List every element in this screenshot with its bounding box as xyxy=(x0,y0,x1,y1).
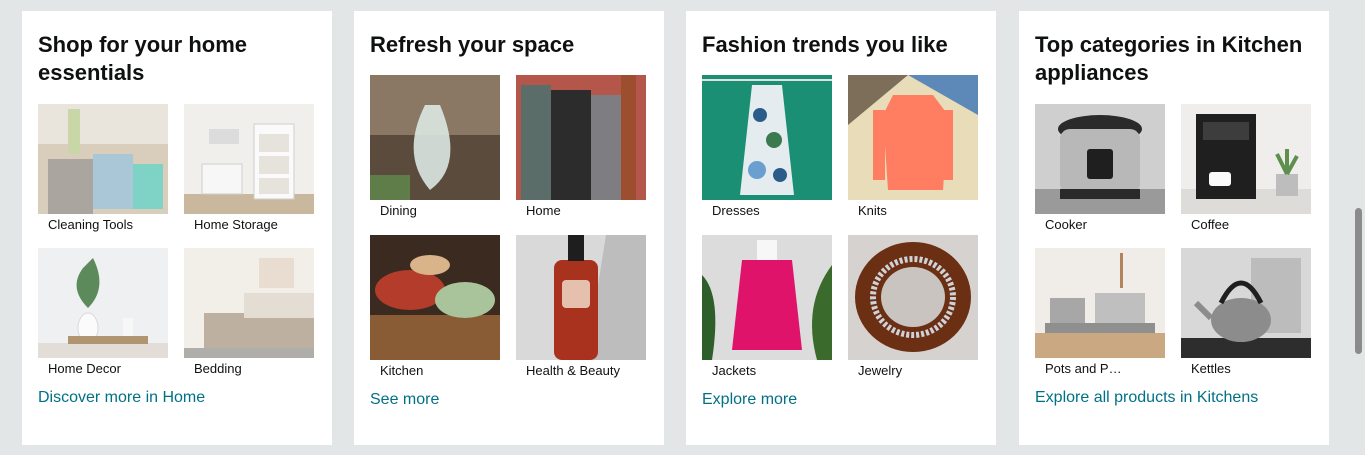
tile-label: Pots and P… xyxy=(1045,361,1122,376)
tile-home-storage[interactable]: Home Storage xyxy=(184,104,314,233)
card-refresh-space: Refresh your space Dining Home Kitchen H… xyxy=(354,11,664,445)
explore-more-link[interactable]: Explore more xyxy=(702,391,797,409)
bedding-image xyxy=(184,248,314,358)
tile-dresses[interactable]: Dresses xyxy=(702,75,832,219)
cooker-image xyxy=(1035,104,1165,214)
card-title: Top categories in Kitchen appliances xyxy=(1035,32,1303,85)
home-storage-image xyxy=(184,104,314,214)
tile-label: Dining xyxy=(380,203,417,218)
tile-home-decor[interactable]: Home Decor xyxy=(38,248,168,377)
tile-grid: Cooker Coffee Pots and P… Kettles xyxy=(1035,104,1313,377)
tile-label: Cleaning Tools xyxy=(48,217,134,232)
tile-label: Dresses xyxy=(712,203,760,218)
tile-grid: Cleaning Tools Home Storage Home Decor B… xyxy=(38,104,316,377)
tile-knits[interactable]: Knits xyxy=(848,75,978,219)
page-scrollbar[interactable] xyxy=(1353,0,1363,455)
tile-label: Home xyxy=(526,203,561,218)
tile-grid: Dresses Knits Jackets Jewelry xyxy=(702,75,980,379)
tile-jackets[interactable]: Jackets xyxy=(702,235,832,379)
kitchen-image xyxy=(370,235,500,360)
coffee-image xyxy=(1181,104,1311,214)
jackets-image xyxy=(702,235,832,360)
tile-bedding[interactable]: Bedding xyxy=(184,248,314,377)
discover-more-home-link[interactable]: Discover more in Home xyxy=(38,389,205,407)
home-decor-image xyxy=(38,248,168,358)
tile-label: Bedding xyxy=(194,361,242,376)
tile-coffee[interactable]: Coffee xyxy=(1181,104,1311,233)
tile-health-beauty[interactable]: Health & Beauty xyxy=(516,235,646,379)
card-fashion-trends: Fashion trends you like Dresses Knits Ja… xyxy=(686,11,996,445)
jewelry-image xyxy=(848,235,978,360)
knits-image xyxy=(848,75,978,200)
tile-grid: Dining Home Kitchen Health & Beauty xyxy=(370,75,648,379)
tile-label: Kitchen xyxy=(380,363,424,378)
card-title: Fashion trends you like xyxy=(702,32,948,57)
tile-label: Cooker xyxy=(1045,217,1087,232)
dining-image xyxy=(370,75,500,200)
tile-pots-and-pans[interactable]: Pots and P… xyxy=(1035,248,1165,377)
tile-kettles[interactable]: Kettles xyxy=(1181,248,1311,377)
tile-label: Jackets xyxy=(712,363,757,378)
tile-cleaning-tools[interactable]: Cleaning Tools xyxy=(38,104,168,233)
explore-all-kitchens-link[interactable]: Explore all products in Kitchens xyxy=(1035,389,1258,407)
card-title: Refresh your space xyxy=(370,32,575,57)
tile-kitchen[interactable]: Kitchen xyxy=(370,235,500,379)
cleaning-tools-image xyxy=(38,104,168,214)
tile-label: Home Storage xyxy=(194,217,278,232)
tile-cooker[interactable]: Cooker xyxy=(1035,104,1165,233)
card-home-essentials: Shop for your home essentials Cleaning T… xyxy=(22,11,332,445)
dresses-image xyxy=(702,75,832,200)
scrollbar-thumb[interactable] xyxy=(1355,208,1362,354)
tile-label: Health & Beauty xyxy=(526,363,620,378)
tile-label: Kettles xyxy=(1191,361,1231,376)
see-more-link[interactable]: See more xyxy=(370,391,439,409)
tile-label: Coffee xyxy=(1191,217,1230,232)
card-title: Shop for your home essentials xyxy=(38,32,247,85)
tile-home[interactable]: Home xyxy=(516,75,646,219)
pots-and-pans-image xyxy=(1035,248,1165,358)
home-image xyxy=(516,75,646,200)
tile-label: Knits xyxy=(858,203,887,218)
health-beauty-image xyxy=(516,235,646,360)
kettles-image xyxy=(1181,248,1311,358)
tile-label: Home Decor xyxy=(48,361,121,376)
tile-dining[interactable]: Dining xyxy=(370,75,500,219)
card-kitchen-appliances: Top categories in Kitchen appliances Coo… xyxy=(1019,11,1329,445)
tile-label: Jewelry xyxy=(858,363,903,378)
tile-jewelry[interactable]: Jewelry xyxy=(848,235,978,379)
